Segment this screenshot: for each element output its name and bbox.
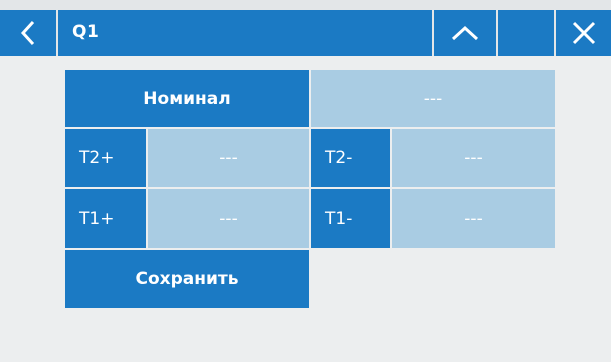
title-bar: Q1 bbox=[58, 10, 432, 56]
t1-plus-value-field[interactable]: --- bbox=[148, 189, 309, 248]
save-button[interactable]: Сохранить bbox=[65, 250, 309, 308]
t1-minus-label: T1- bbox=[325, 208, 353, 229]
chevron-left-icon bbox=[20, 20, 35, 46]
t2-minus-value: --- bbox=[464, 148, 483, 168]
t1-plus-label-cell[interactable]: T1+ bbox=[65, 189, 146, 248]
back-button[interactable] bbox=[0, 10, 56, 56]
nominal-value: --- bbox=[423, 88, 443, 109]
t2-plus-value-field[interactable]: --- bbox=[148, 129, 309, 187]
t2-plus-label: T2+ bbox=[79, 148, 115, 168]
t1-minus-value-field[interactable]: --- bbox=[392, 189, 555, 248]
t2-plus-label-cell[interactable]: T2+ bbox=[65, 129, 146, 187]
blank-button[interactable] bbox=[498, 10, 554, 56]
t2-minus-label-cell[interactable]: T2- bbox=[311, 129, 390, 187]
t2-minus-value-field[interactable]: --- bbox=[392, 129, 555, 187]
top-bar: Q1 bbox=[0, 0, 611, 56]
t1-minus-value: --- bbox=[464, 208, 483, 229]
page-title: Q1 bbox=[72, 22, 100, 42]
t1-minus-label-cell[interactable]: T1- bbox=[311, 189, 390, 248]
nominal-button[interactable]: Номинал bbox=[65, 70, 309, 127]
save-label: Сохранить bbox=[135, 269, 239, 289]
nominal-label: Номинал bbox=[143, 88, 231, 109]
t2-minus-label: T2- bbox=[325, 148, 353, 168]
t2-plus-value: --- bbox=[219, 148, 238, 168]
nominal-value-field[interactable]: --- bbox=[311, 70, 555, 127]
up-button[interactable] bbox=[434, 10, 496, 56]
t1-plus-label: T1+ bbox=[79, 208, 115, 229]
t1-plus-value: --- bbox=[219, 208, 238, 229]
close-icon bbox=[572, 21, 595, 45]
chevron-up-icon bbox=[451, 25, 479, 41]
close-button[interactable] bbox=[556, 10, 611, 56]
